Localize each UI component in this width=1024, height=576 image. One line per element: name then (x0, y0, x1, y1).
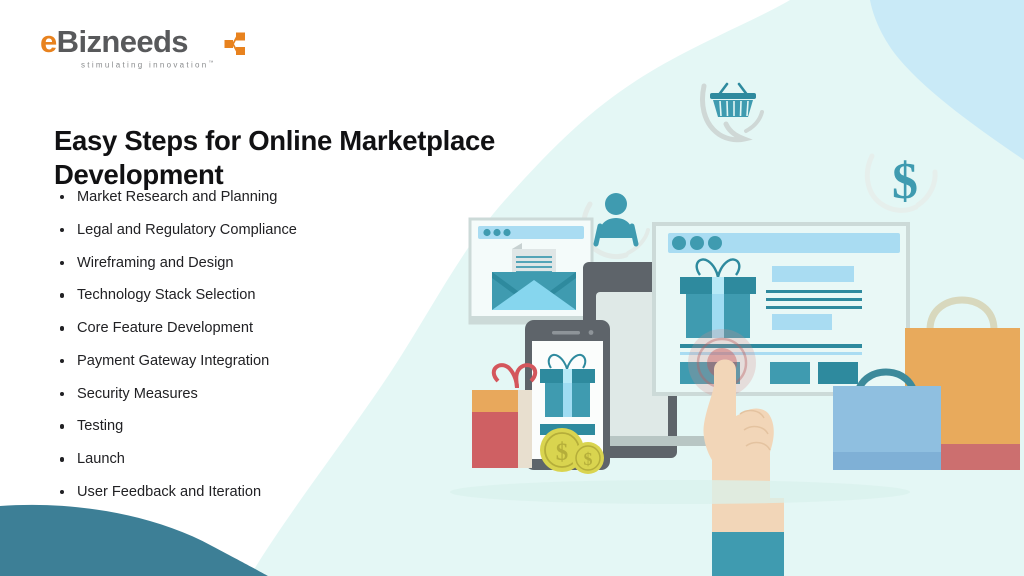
shopping-bag-blue (833, 368, 941, 470)
svg-text:$: $ (892, 153, 918, 210)
email-browser-window (468, 217, 594, 325)
slide-canvas: eBizneeds stimulating innovation™ Easy S… (0, 0, 1024, 576)
marketplace-illustration: $ $ $ (450, 82, 1020, 576)
dollar-sign-bubble-icon: $ (864, 153, 938, 213)
shopping-basket-bubble-icon (700, 82, 764, 143)
svg-text:$: $ (556, 439, 569, 466)
svg-text:$: $ (584, 449, 593, 469)
floor-shadow (450, 480, 910, 504)
hand-sleeve (712, 528, 784, 576)
